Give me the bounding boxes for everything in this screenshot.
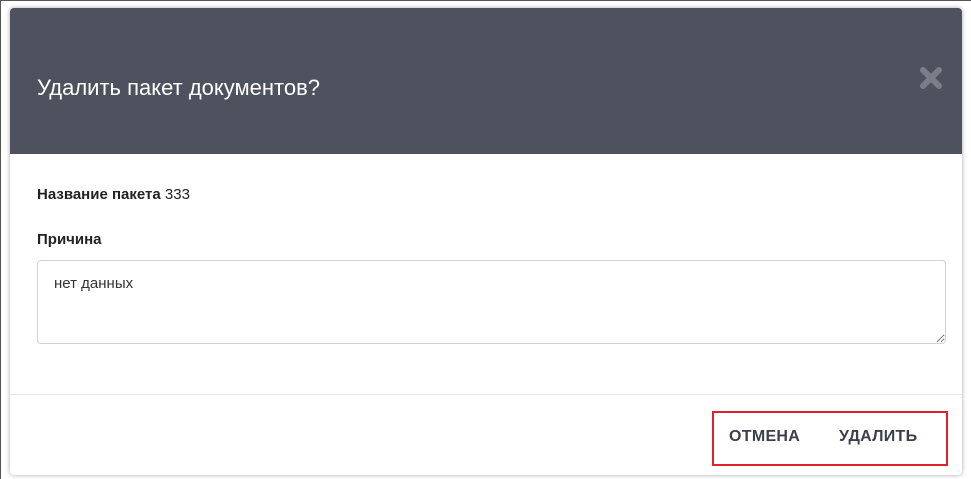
- reason-label: Причина: [37, 231, 102, 248]
- cancel-button[interactable]: ОТМЕНА: [729, 428, 800, 446]
- package-name-value: 333: [164, 186, 190, 203]
- frame-top-edge: [0, 0, 971, 1]
- frame-left-edge: [0, 0, 1, 479]
- dialog-header: Удалить пакет документов?: [10, 8, 962, 154]
- delete-package-dialog: Удалить пакет документов? Название пакет…: [10, 8, 962, 475]
- delete-button[interactable]: УДАЛИТЬ: [839, 428, 917, 446]
- dialog-title: Удалить пакет документов?: [37, 75, 321, 100]
- reason-textarea[interactable]: нет данных: [37, 260, 946, 344]
- close-icon: [920, 67, 942, 89]
- dialog-footer: ОТМЕНА УДАЛИТЬ: [10, 394, 962, 475]
- dialog-body: Название пакета 333 Причина нет данных: [10, 154, 962, 394]
- package-name-row: Название пакета 333: [37, 186, 190, 203]
- package-name-label: Название пакета: [37, 186, 161, 203]
- close-button[interactable]: [917, 64, 945, 92]
